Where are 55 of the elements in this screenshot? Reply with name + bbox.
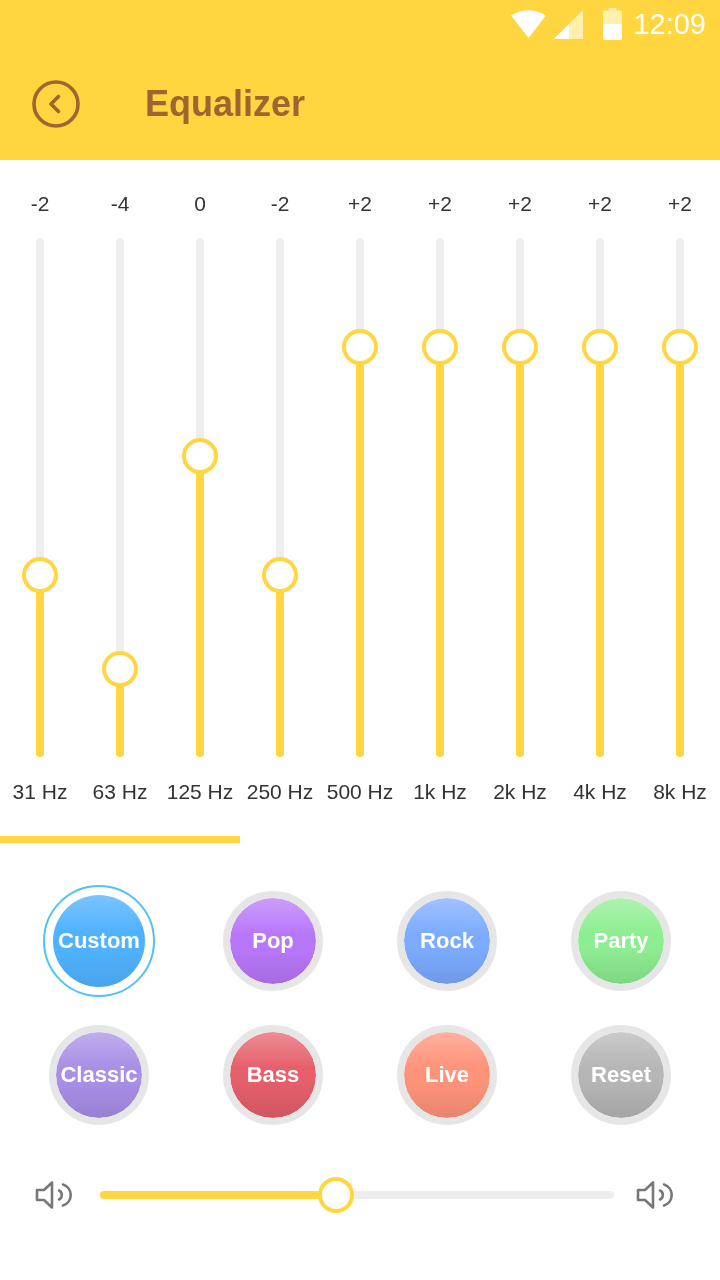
frequency-label: 4k Hz [573, 780, 627, 804]
slider-track[interactable] [582, 238, 618, 757]
gain-value: +2 [428, 192, 452, 216]
slider-thumb[interactable] [662, 329, 698, 365]
frequency-label: 31 Hz [12, 780, 68, 804]
gain-value: +2 [508, 192, 532, 216]
screen-title: Equalizer [145, 82, 306, 126]
slider-track[interactable] [262, 238, 298, 757]
preset-button[interactable]: Pop [223, 891, 323, 991]
status-time: 12:09 [633, 7, 706, 41]
slider-track[interactable] [502, 238, 538, 757]
frequency-label: 500 Hz [326, 780, 394, 804]
preset-button[interactable]: Reset [571, 1025, 671, 1125]
gain-value: +2 [348, 192, 372, 216]
preset-button[interactable]: Bass [223, 1025, 323, 1125]
back-button[interactable] [32, 80, 80, 128]
slider-thumb[interactable] [182, 438, 218, 474]
slider-thumb[interactable] [502, 329, 538, 365]
slider-track[interactable] [342, 238, 378, 757]
gain-value: +2 [588, 192, 612, 216]
gain-value: -4 [110, 192, 130, 216]
slider-thumb[interactable] [582, 329, 618, 365]
frequency-label: 8k Hz [653, 780, 707, 804]
preset-button[interactable]: Party [571, 891, 671, 991]
slider-thumb[interactable] [22, 557, 58, 594]
preset-button[interactable]: Rock [397, 891, 497, 991]
slider-track[interactable] [182, 238, 218, 757]
preset-button[interactable]: Classic [49, 1025, 149, 1125]
volume-thumb[interactable] [318, 1177, 355, 1213]
gain-value: +2 [668, 192, 692, 216]
slider-track[interactable] [102, 238, 138, 757]
slider-thumb[interactable] [262, 557, 298, 594]
frequency-label: 125 Hz [166, 780, 234, 804]
slider-thumb[interactable] [102, 650, 138, 687]
gain-value: -2 [30, 192, 50, 216]
preset-button[interactable]: Custom [43, 885, 155, 997]
signal-icon [554, 9, 584, 39]
frequency-label: 63 Hz [92, 780, 148, 804]
back-icon [32, 80, 80, 128]
slider-track[interactable] [662, 238, 698, 757]
battery-icon [603, 8, 623, 40]
frequency-label: 250 Hz [246, 780, 314, 804]
gain-value: 0 [194, 192, 206, 216]
slider-track[interactable] [422, 238, 458, 757]
speaker-icon [636, 1179, 676, 1211]
speaker-icon [35, 1179, 75, 1211]
preset-button[interactable]: Live [397, 1025, 497, 1125]
frequency-label: 1k Hz [413, 780, 467, 804]
frequency-label: 2k Hz [493, 780, 547, 804]
slider-thumb[interactable] [422, 329, 458, 365]
wifi-icon [511, 10, 547, 38]
volume-track[interactable] [100, 1177, 614, 1213]
slider-track[interactable] [22, 238, 58, 757]
gain-value: -2 [270, 192, 290, 216]
slider-thumb[interactable] [342, 329, 378, 365]
